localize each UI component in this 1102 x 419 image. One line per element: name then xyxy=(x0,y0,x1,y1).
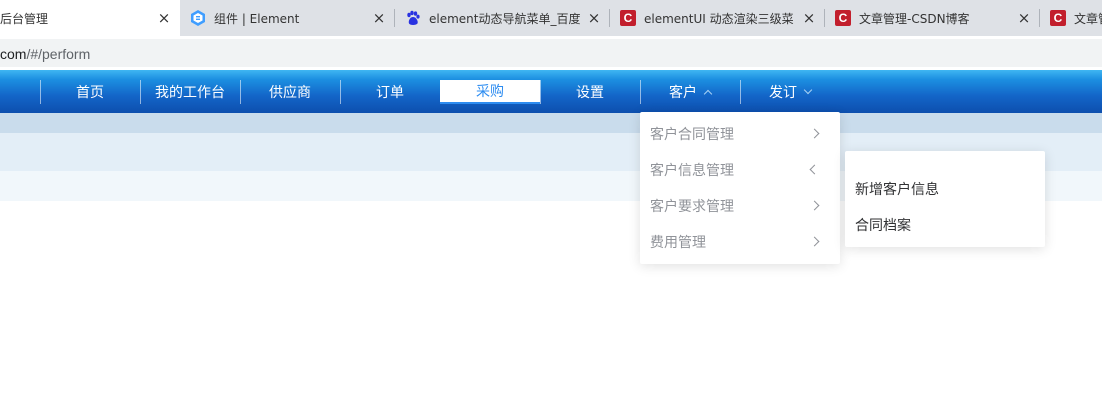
tab-article-manage-csdn[interactable]: C 文章管理-CSDN博客 × xyxy=(825,0,1040,36)
top-nav-bar: 首页 我的工作台 供应商 订单 采购 设置 客户 发订 xyxy=(0,70,1102,113)
tab-backend-admin[interactable]: 后台管理 × xyxy=(0,0,180,36)
nav-item-label: 采购 xyxy=(476,84,504,100)
tab-title: 后台管理 xyxy=(0,11,49,26)
tab-title: 组件 | Element xyxy=(214,11,300,26)
nav-item-workbench[interactable]: 我的工作台 xyxy=(140,80,240,104)
nav-item-dispatch[interactable]: 发订 xyxy=(740,80,840,104)
nav-item-label: 发订 xyxy=(769,85,797,101)
tab-title: 文章管理-CSDN博客 xyxy=(859,11,970,26)
submenu-item-label: 客户要求管理 xyxy=(650,199,734,215)
csdn-c-icon: C xyxy=(1050,10,1066,26)
chevron-right-icon xyxy=(809,128,820,139)
submenu-item-label: 客户合同管理 xyxy=(650,127,734,143)
tab-title: element动态导航菜单_百度 xyxy=(429,11,581,26)
flyout-item-contract-archive[interactable]: 合同档案 xyxy=(845,207,1045,243)
tab-elementui-csdn[interactable]: C elementUI 动态渲染三级菜 × xyxy=(610,0,825,36)
nav-item-label: 供应商 xyxy=(269,85,311,101)
nav-item-supplier[interactable]: 供应商 xyxy=(240,80,340,104)
nav-item-label: 我的工作台 xyxy=(155,85,225,101)
flyout-item-label: 新增客户信息 xyxy=(855,182,939,198)
csdn-c-icon: C xyxy=(620,10,636,26)
nav-item-label: 订单 xyxy=(376,85,404,101)
url-host: com xyxy=(0,46,27,62)
browser-tab-strip: 后台管理 × 组件 | Element × element动态导航菜单_百度 ×… xyxy=(0,0,1102,36)
nav-item-settings[interactable]: 设置 xyxy=(540,80,640,104)
nav-item-home[interactable]: 首页 xyxy=(40,80,140,104)
submenu-item-customer-contract[interactable]: 客户合同管理 xyxy=(640,116,840,152)
nav-item-customer[interactable]: 客户 xyxy=(640,80,740,104)
chevron-right-icon xyxy=(809,236,820,247)
customer-dropdown-menu: 客户合同管理 客户信息管理 客户要求管理 费用管理 xyxy=(640,112,840,264)
close-icon[interactable]: × xyxy=(1016,10,1032,26)
baidu-paw-icon xyxy=(405,10,421,26)
chevron-left-icon xyxy=(809,164,820,175)
url-text: com/#/perform xyxy=(0,46,90,62)
close-icon[interactable]: × xyxy=(371,10,387,26)
chevron-right-icon xyxy=(809,200,820,211)
tab-article-manage-partial[interactable]: C 文章管 xyxy=(1040,0,1102,36)
tab-title: elementUI 动态渲染三级菜 xyxy=(644,11,794,26)
nav-item-label: 首页 xyxy=(76,85,104,101)
nav-item-purchase[interactable]: 采购 xyxy=(440,80,540,104)
submenu-item-customer-info[interactable]: 客户信息管理 xyxy=(640,152,840,188)
csdn-c-icon: C xyxy=(835,10,851,26)
tab-baidu[interactable]: element动态导航菜单_百度 × xyxy=(395,0,610,36)
submenu-item-label: 客户信息管理 xyxy=(650,163,734,179)
submenu-item-expense[interactable]: 费用管理 xyxy=(640,224,840,260)
tab-element[interactable]: 组件 | Element × xyxy=(180,0,395,36)
url-path: /#/perform xyxy=(26,46,91,62)
submenu-item-label: 费用管理 xyxy=(650,235,706,251)
nav-item-label: 客户 xyxy=(669,85,697,101)
close-icon[interactable]: × xyxy=(586,10,602,26)
address-bar: com/#/perform xyxy=(0,36,1102,70)
url-field[interactable]: com/#/perform xyxy=(0,39,1102,67)
close-icon[interactable]: × xyxy=(801,10,817,26)
flyout-item-label: 合同档案 xyxy=(855,218,911,234)
nav-item-orders[interactable]: 订单 xyxy=(340,80,440,104)
close-icon[interactable]: × xyxy=(156,10,172,26)
submenu-item-customer-requirement[interactable]: 客户要求管理 xyxy=(640,188,840,224)
element-logo-icon xyxy=(190,10,206,26)
nav-item-label: 设置 xyxy=(576,85,604,101)
tab-title: 文章管 xyxy=(1074,11,1102,26)
customer-info-flyout-menu: 新增客户信息 合同档案 xyxy=(845,151,1045,247)
flyout-item-add-customer-info[interactable]: 新增客户信息 xyxy=(845,171,1045,207)
chevron-down-icon xyxy=(803,85,813,95)
content-band xyxy=(0,113,1102,133)
chevron-up-icon xyxy=(703,89,713,99)
